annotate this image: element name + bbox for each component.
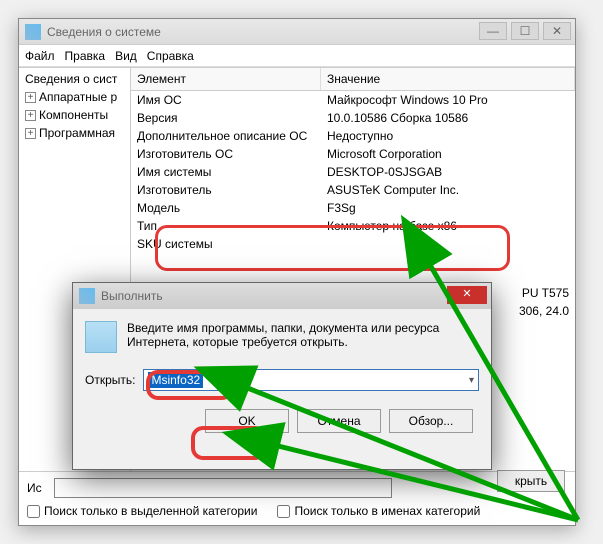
cell-value: 10.0.10586 Сборка 10586 <box>321 109 575 127</box>
table-row[interactable]: ИзготовительASUSTeK Computer Inc. <box>131 181 575 199</box>
table-row[interactable]: ТипКомпьютер на базе x86 <box>131 217 575 235</box>
tree-item-components[interactable]: + Компоненты <box>21 106 128 124</box>
cell-value: ASUSTeK Computer Inc. <box>321 181 575 199</box>
close-search-button[interactable]: крыть <box>497 470 565 492</box>
cell-value <box>321 235 575 253</box>
menu-edit[interactable]: Правка <box>65 49 106 62</box>
checkbox-category-names[interactable]: Поиск только в именах категорий <box>277 504 480 518</box>
checkbox-selected-category[interactable]: Поиск только в выделенной категории <box>27 504 257 518</box>
run-title-text: Выполнить <box>101 289 163 303</box>
expand-icon[interactable]: + <box>25 110 36 121</box>
title-bar[interactable]: Сведения о системе — ☐ ✕ <box>19 19 575 45</box>
search-input[interactable] <box>54 478 392 498</box>
window-title: Сведения о системе <box>47 25 161 39</box>
open-input-value: Msinfo32 <box>148 372 203 388</box>
menu-view[interactable]: Вид <box>115 49 137 62</box>
maximize-button[interactable]: ☐ <box>511 22 539 40</box>
menu-bar: Файл Правка Вид Справка <box>19 45 575 67</box>
chevron-down-icon[interactable]: ▾ <box>469 375 474 386</box>
cell-value: Майкрософт Windows 10 Pro <box>321 91 575 109</box>
run-prompt-text: Введите имя программы, папки, документа … <box>127 321 479 353</box>
column-header-element[interactable]: Элемент <box>131 68 321 90</box>
cell-value: DESKTOP-0SJSGAB <box>321 163 575 181</box>
cell-value: F3Sg <box>321 199 575 217</box>
expand-icon[interactable]: + <box>25 128 36 139</box>
table-row[interactable]: Имя системыDESKTOP-0SJSGAB <box>131 163 575 181</box>
search-bar: Ис крыть Поиск только в выделенной катег… <box>19 471 575 523</box>
cell-value: Компьютер на базе x86 <box>321 217 575 235</box>
cell-element: Изготовитель ОС <box>131 145 321 163</box>
cell-element: Модель <box>131 199 321 217</box>
app-icon <box>25 24 41 40</box>
cancel-button[interactable]: Отмена <box>297 409 381 433</box>
search-label: Ис <box>27 481 42 495</box>
partial-text: PU T575 <box>522 286 569 300</box>
run-title-bar[interactable]: Выполнить ✕ <box>73 283 491 309</box>
run-dialog: Выполнить ✕ Введите имя программы, папки… <box>72 282 492 470</box>
minimize-button[interactable]: — <box>479 22 507 40</box>
partial-text: 306, 24.0 <box>519 304 569 318</box>
expand-icon[interactable]: + <box>25 92 36 103</box>
open-label: Открыть: <box>85 373 135 387</box>
cell-element: SKU системы <box>131 235 321 253</box>
ok-button[interactable]: OK <box>205 409 289 433</box>
cell-element: Тип <box>131 217 321 235</box>
cell-value: Недоступно <box>321 127 575 145</box>
close-button[interactable]: ✕ <box>543 22 571 40</box>
browse-button[interactable]: Обзор... <box>389 409 473 433</box>
table-row[interactable]: Версия10.0.10586 Сборка 10586 <box>131 109 575 127</box>
tree-item-hardware[interactable]: + Аппаратные р <box>21 88 128 106</box>
tree-root[interactable]: Сведения о сист <box>21 70 128 88</box>
table-row[interactable]: МодельF3Sg <box>131 199 575 217</box>
cell-element: Имя системы <box>131 163 321 181</box>
cell-value: Microsoft Corporation <box>321 145 575 163</box>
table-row[interactable]: Дополнительное описание ОСНедоступно <box>131 127 575 145</box>
table-row[interactable]: Имя ОСМайкрософт Windows 10 Pro <box>131 91 575 109</box>
run-app-icon <box>79 288 95 304</box>
column-header-value[interactable]: Значение <box>321 68 575 90</box>
table-row[interactable]: SKU системы <box>131 235 575 253</box>
open-combobox[interactable]: Msinfo32 ▾ <box>143 369 479 391</box>
cell-element: Изготовитель <box>131 181 321 199</box>
cell-element: Версия <box>131 109 321 127</box>
cell-element: Дополнительное описание ОС <box>131 127 321 145</box>
menu-help[interactable]: Справка <box>147 49 194 62</box>
cell-element: Имя ОС <box>131 91 321 109</box>
run-program-icon <box>85 321 117 353</box>
menu-file[interactable]: Файл <box>25 49 55 62</box>
run-close-button[interactable]: ✕ <box>447 286 487 304</box>
table-row[interactable]: Изготовитель ОСMicrosoft Corporation <box>131 145 575 163</box>
tree-item-software[interactable]: + Программная <box>21 124 128 142</box>
